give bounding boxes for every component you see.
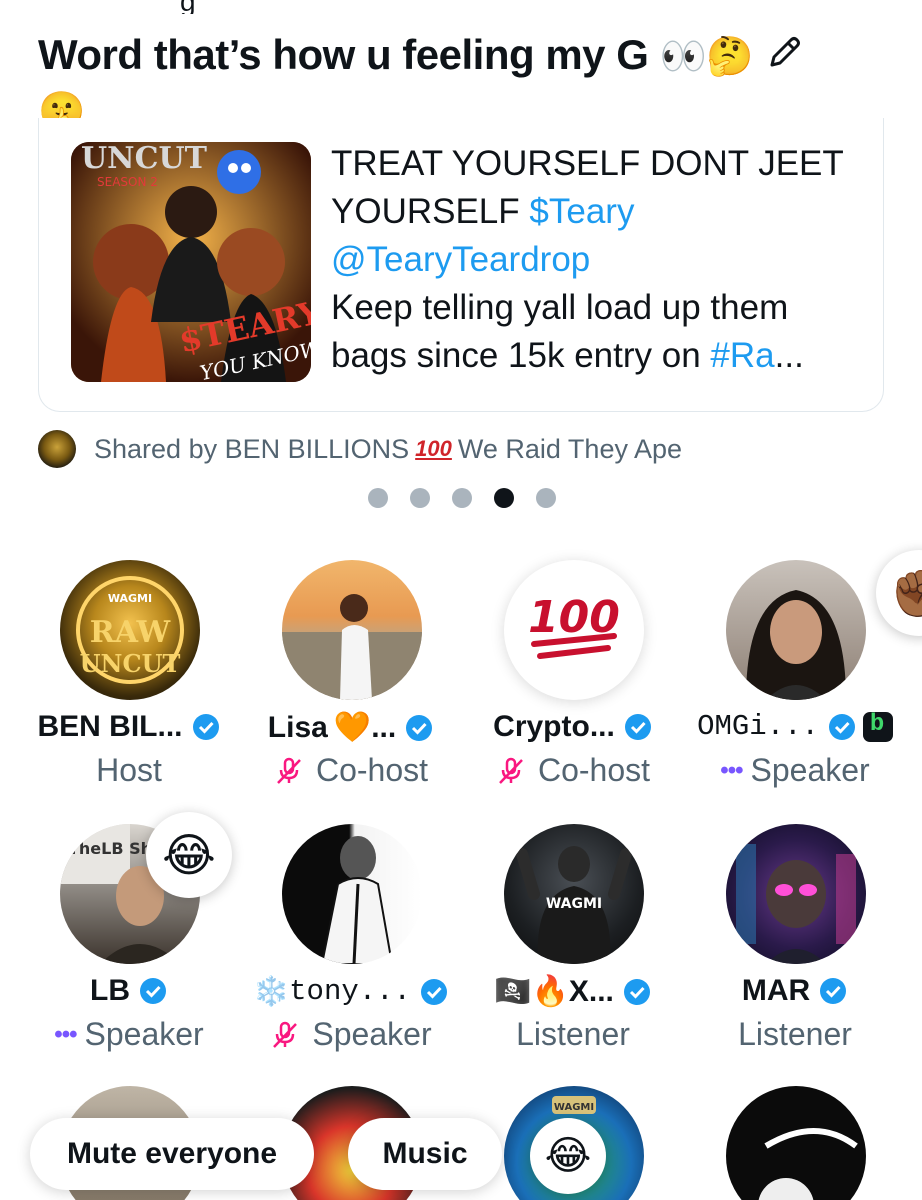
participant-name: LB: [18, 974, 240, 1008]
carousel-dot[interactable]: [368, 488, 388, 508]
avatar-partial[interactable]: [726, 1086, 866, 1200]
participant-name: BEN BIL...: [18, 710, 240, 744]
verified-badge-icon: [623, 978, 650, 1005]
post-line-2: YOURSELF: [331, 192, 530, 231]
verified-badge-icon: [192, 714, 219, 740]
carousel-dot-active[interactable]: [494, 488, 514, 508]
music-button[interactable]: Music: [348, 1118, 502, 1190]
hundred-emoji: 100: [415, 436, 452, 461]
svg-text:WAGMI: WAGMI: [554, 1102, 594, 1113]
svg-text:UNCUT: UNCUT: [80, 649, 181, 678]
svg-text:SEASON 2: SEASON 2: [97, 175, 158, 189]
reaction-laugh: 😂: [530, 1118, 606, 1194]
post-line-5: bags since 15k entry on: [331, 336, 711, 375]
participant-role: Co-host: [462, 752, 684, 789]
post-ellipsis: ...: [774, 336, 804, 375]
participant-name: MAR: [684, 974, 906, 1008]
mic-muted-icon: [499, 757, 523, 784]
avatar: [282, 824, 422, 964]
svg-text:RAW: RAW: [90, 615, 172, 650]
carousel-dots: [368, 488, 556, 508]
avatar: [726, 560, 866, 700]
carousel-dot[interactable]: [536, 488, 556, 508]
verified-badge-icon: [140, 978, 166, 1004]
carousel-dot[interactable]: [410, 488, 430, 508]
post-text: TREAT YOURSELF DONT JEET YOURSELF $Teary…: [331, 140, 871, 380]
participant-name: Crypto...: [462, 710, 684, 744]
svg-text:WAGMI: WAGMI: [108, 592, 152, 605]
pirate-fire-emoji: 🏴‍☠️🔥: [494, 974, 569, 1009]
pencil-icon[interactable]: [764, 33, 804, 73]
verified-badge-icon: [420, 978, 447, 1005]
verified-badge-icon: [820, 978, 847, 1004]
eyes-thinking-emoji: 👀🤔: [659, 34, 754, 78]
participant-role: Co-host: [240, 752, 462, 789]
speaking-indicator-icon: •••: [54, 1020, 77, 1048]
speaking-indicator-icon: •••: [720, 756, 743, 784]
mute-everyone-button[interactable]: Mute everyone: [30, 1118, 314, 1190]
participant-name: Lisa 🧡 ...: [240, 710, 462, 745]
pinned-post-card[interactable]: UNCUT SEASON 2 $TEARY YOU KNOW TREAT YOU…: [38, 118, 884, 412]
verified-badge-icon: [624, 714, 651, 740]
participant-name: OMGi...: [684, 710, 906, 743]
svg-text:WAGMI: WAGMI: [546, 896, 602, 912]
app-badge-icon: [862, 711, 893, 742]
shared-by-suffix: We Raid They Ape: [457, 433, 683, 464]
avatar: 100: [504, 560, 644, 700]
carousel-dot[interactable]: [452, 488, 472, 508]
participant-name: ❄️ tony...: [240, 974, 462, 1009]
mic-muted-icon: [273, 1021, 298, 1048]
post-line-1: TREAT YOURSELF DONT JEET: [331, 144, 844, 183]
avatar: RAW UNCUT WAGMI: [60, 560, 200, 700]
post-line-4: Keep telling yall load up them: [331, 288, 789, 327]
snowflake-emoji: ❄️: [253, 974, 290, 1008]
participant-role: ••• Speaker: [54, 1016, 204, 1052]
shared-by-row[interactable]: Shared by BEN BILLIONS 100 We Raid They …: [38, 428, 682, 470]
participant-role: ••• Speaker: [720, 752, 870, 788]
cashtag-link[interactable]: $Teary: [529, 192, 634, 231]
hashtag-link[interactable]: #Ra: [710, 336, 774, 375]
heart-emoji: 🧡: [333, 710, 372, 745]
mic-muted-icon: [277, 757, 301, 784]
participant-role: Listener: [516, 1016, 630, 1052]
mention-link[interactable]: @TearyTeardrop: [331, 240, 590, 279]
post-image: UNCUT SEASON 2 $TEARY YOU KNOW: [71, 142, 311, 382]
verified-badge-icon: [828, 713, 855, 740]
avatar: [726, 824, 866, 964]
shared-by-text: Shared by BEN BILLIONS: [94, 433, 410, 464]
reaction-laugh: 😂: [146, 812, 232, 898]
post-title-text: Word that’s how u feeling my G: [38, 31, 649, 78]
avatar: WAGMI: [504, 824, 644, 964]
participant-name: 🏴‍☠️🔥 X...: [462, 974, 684, 1009]
verified-badge-icon: [406, 714, 433, 741]
participant-role: Listener: [738, 1016, 852, 1052]
svg-text:UNCUT: UNCUT: [81, 142, 208, 176]
participant-role: Host: [96, 752, 162, 788]
avatar: [282, 560, 422, 700]
participant-role: Speaker: [240, 1016, 462, 1053]
reaction-fist: ✊🏾: [876, 550, 922, 636]
sharer-avatar: [38, 430, 76, 468]
previous-content-partial: g: [0, 0, 922, 14]
